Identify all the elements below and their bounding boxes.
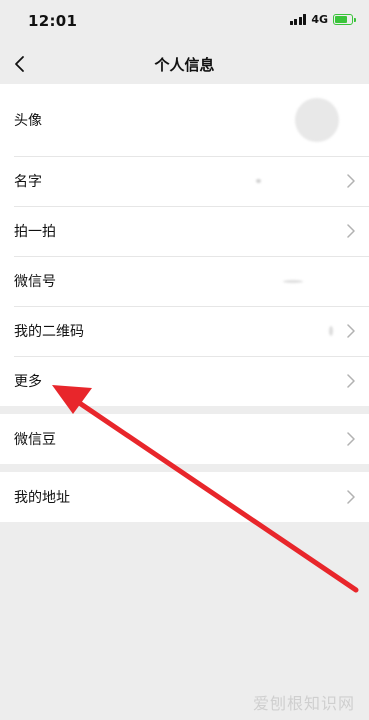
- chevron-right-icon: [347, 224, 355, 238]
- row-label: 更多: [14, 374, 42, 390]
- settings-row-wechat-beans[interactable]: 微信豆: [0, 414, 369, 464]
- settings-row-more[interactable]: 更多: [0, 356, 369, 406]
- status-bar: 12:01 4G: [0, 0, 369, 44]
- row-label: 我的地址: [14, 490, 70, 506]
- settings-row-name[interactable]: 名字: [0, 156, 369, 206]
- status-icons: 4G: [289, 13, 356, 26]
- watermark: 爱刨根知识网: [252, 694, 355, 713]
- navigation-bar: 个人信息: [0, 44, 369, 84]
- profile-info-group: 头像 名字 拍一拍 微信号 我的二维码 更多: [0, 84, 369, 406]
- settings-row-qr-code[interactable]: 我的二维码: [0, 306, 369, 356]
- signal-icon: [289, 14, 307, 25]
- row-label: 我的二维码: [14, 324, 84, 340]
- qr-code-icon: [329, 326, 333, 336]
- chevron-right-icon: [347, 374, 355, 388]
- battery-icon: [333, 14, 356, 25]
- row-label: 名字: [14, 174, 42, 190]
- row-label: 微信豆: [14, 432, 56, 448]
- status-time: 12:01: [28, 12, 78, 30]
- chevron-right-icon: [347, 324, 355, 338]
- row-label: 头像: [14, 113, 42, 129]
- page-title: 个人信息: [154, 56, 215, 74]
- name-value: [256, 179, 261, 183]
- row-label: 拍一拍: [14, 224, 56, 240]
- settings-row-my-address[interactable]: 我的地址: [0, 472, 369, 522]
- address-group: 我的地址: [0, 472, 369, 522]
- settings-row-wechat-id[interactable]: 微信号: [0, 256, 369, 306]
- chevron-right-icon: [347, 174, 355, 188]
- row-label: 微信号: [14, 274, 56, 290]
- wechat-beans-group: 微信豆: [0, 414, 369, 464]
- network-type: 4G: [311, 13, 328, 26]
- avatar: [295, 98, 339, 142]
- chevron-right-icon: [347, 490, 355, 504]
- settings-row-pat[interactable]: 拍一拍: [0, 206, 369, 256]
- wechat-id-value: [283, 280, 303, 283]
- chevron-right-icon: [347, 432, 355, 446]
- settings-row-avatar[interactable]: 头像: [0, 84, 369, 156]
